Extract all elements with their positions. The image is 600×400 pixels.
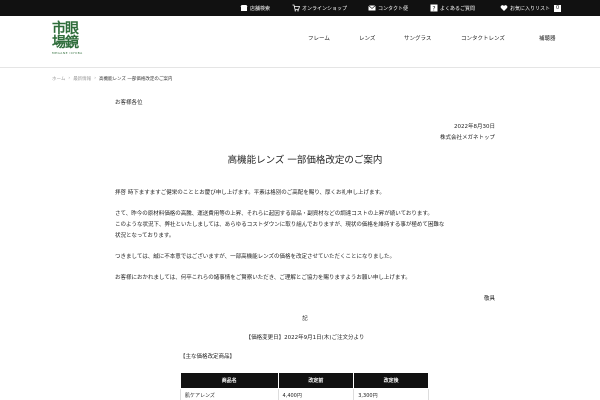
online-shop-label: オンラインショップ (302, 5, 348, 12)
mail-icon (368, 4, 376, 12)
nav-hearing-aids[interactable]: 補聴器 (539, 32, 556, 44)
closing: 敬具 (483, 296, 495, 302)
col-header-after: 改定後 (353, 372, 429, 389)
page-title: 高機能レンズ 一部価格改定のご案内 (227, 155, 383, 166)
heart-icon (500, 4, 508, 12)
breadcrumb-separator: › (94, 76, 96, 81)
paragraph-reason-line1: さて、昨今の原材料価格の高騰、運送費用等の上昇、それらに起因する部品・副資材など… (115, 211, 433, 217)
faq-label: よくあるご質問 (440, 5, 476, 12)
online-shop-link[interactable]: オンラインショップ (292, 0, 347, 16)
cell-product-name: 肌ケアレンズ (180, 388, 279, 400)
favorites-link[interactable]: お気に入りリスト 0 (500, 0, 562, 16)
paragraph-announcement: つきましては、誠に不本意ではございますが、一部高機能レンズの価格を改定させていた… (115, 254, 396, 260)
paragraph-request: お客様におかれましては、何卒これらの諸事情をご賢察いただき、ご理解とご協力を賜り… (115, 275, 411, 281)
logo-subtext: MEGANE ICHIBA (52, 51, 83, 55)
breadcrumb-separator: › (68, 76, 71, 81)
contact-delivery-link[interactable]: コンタクト便 (368, 0, 408, 16)
store-icon (240, 4, 248, 12)
paragraph-reason-line3: 状況となっております。 (115, 233, 175, 239)
product-list-title: 【主な価格改定商品】 (180, 354, 236, 360)
breadcrumb-news[interactable]: 最新情報 (73, 76, 91, 82)
letter-company: 株式会社メガネトップ (439, 135, 495, 141)
nav-frames[interactable]: フレーム (308, 32, 330, 44)
salutation: お客様各位 (115, 100, 143, 106)
site-logo[interactable]: 市眼 場鏡 MEGANE ICHIBA (52, 22, 88, 60)
price-table: 商品名 改定前 改定後 肌ケアレンズ 4,400円 3,300円 (180, 372, 429, 400)
nav-sunglasses[interactable]: サングラス (404, 32, 431, 44)
cell-price-before: 4,400円 (277, 388, 355, 400)
nav-lenses[interactable]: レンズ (359, 32, 375, 44)
table-header-row: 商品名 改定前 改定後 (180, 372, 429, 389)
cart-icon (292, 4, 300, 12)
logo-mark: 市眼 場鏡 (52, 21, 79, 51)
header-divider (0, 67, 600, 68)
faq-link[interactable]: ? よくあるご質問 (430, 0, 475, 16)
favorites-label: お気に入りリスト (510, 5, 551, 12)
question-icon: ? (430, 4, 438, 12)
breadcrumb: ホーム › 最新情報 › 高機能レンズ 一部価格改定のご案内 (52, 76, 172, 82)
ki-heading: 記 (302, 316, 308, 322)
breadcrumb-home[interactable]: ホーム (52, 76, 65, 82)
letter-date: 2022年8月30日 (454, 124, 495, 130)
store-search-label: 店舗検索 (250, 5, 271, 12)
favorites-count-badge: 0 (554, 4, 562, 12)
col-header-before: 改定前 (277, 372, 355, 389)
breadcrumb-current: 高機能レンズ 一部価格改定のご案内 (99, 77, 173, 82)
store-search-link[interactable]: 店舗検索 (240, 0, 270, 16)
nav-contact-lenses[interactable]: コンタクトレンズ (461, 32, 505, 44)
site-header (0, 16, 600, 66)
paragraph-greeting: 拝啓 時下ますますご健栄のこととお慶び申し上げます。平素は格別のご高配を賜り、厚… (115, 190, 385, 196)
table-row: 肌ケアレンズ 4,400円 3,300円 (180, 388, 429, 400)
svg-text:?: ? (432, 5, 435, 12)
paragraph-reason-line2: このような状況下、弊社といたしましては、あらゆるコストダウンに取り組んでおります… (115, 222, 445, 228)
effective-date: 【価格変更日】2022年9月1日(木)ご注文分より (245, 335, 365, 341)
top-utility-bar: 店舗検索 オンラインショップ コンタクト便 ? よくあるご質問 お気に入りリスト… (0, 0, 600, 16)
col-header-product: 商品名 (180, 372, 279, 389)
contact-delivery-label: コンタクト便 (378, 5, 409, 12)
cell-price-after: 3,300円 (353, 388, 429, 400)
